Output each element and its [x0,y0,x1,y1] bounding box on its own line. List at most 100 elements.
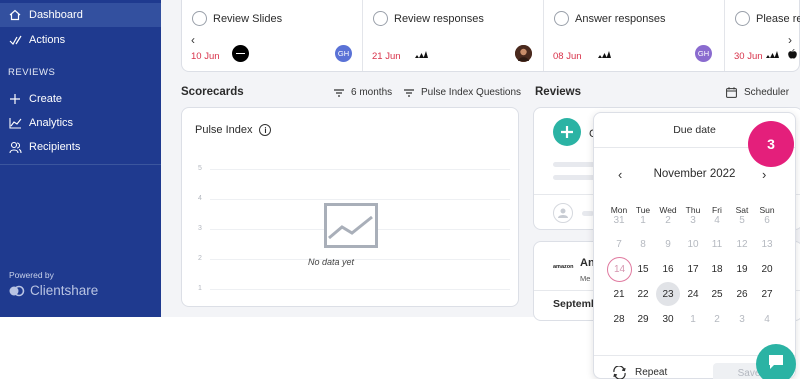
chat-bubble-icon [766,352,786,377]
task-carousel: Review Slides ‹ 10 Jun GH Review respons… [181,0,800,72]
calendar-day: 5 [739,214,745,226]
repeat-icon [612,366,627,379]
scheduler-button[interactable]: Scheduler [726,87,789,98]
task-title: Review responses [394,13,484,25]
filter-icon [404,88,414,97]
clientshare-brand: Clientshare [9,283,98,298]
adidas-logo-icon [763,45,780,62]
calendar-day[interactable]: 27 [755,282,779,306]
user-placeholder-icon [553,203,573,223]
calendar-day[interactable]: 19 [730,257,754,281]
calendar-day[interactable]: 28 [607,307,631,331]
brand-name: Clientshare [30,283,99,298]
adidas-logo-icon [595,45,612,62]
y-tick: 4 [198,195,202,202]
actions-check-icon [8,33,22,47]
calendar-day[interactable]: 25 [705,282,729,306]
calendar-day[interactable]: 26 [730,282,754,306]
pulse-index-title: Pulse Index i [195,124,272,136]
sidebar-item-label: Create [29,93,63,105]
app-root: Dashboard Actions REVIEWS Create Analyti… [0,0,800,379]
calendar-day[interactable]: 18 [705,257,729,281]
task-due-date: 30 Jun [734,51,763,62]
task-card[interactable]: Review responses 21 Jun [363,0,544,71]
sidebar-divider [0,164,161,165]
calendar-icon [726,87,737,98]
calendar-day: 31 [613,214,625,226]
calendar-day[interactable]: 22 [631,282,655,306]
task-card[interactable]: Review Slides ‹ 10 Jun GH [182,0,363,71]
period-filter[interactable]: 6 months [334,87,392,98]
calendar-day: 3 [690,214,696,226]
task-checkbox[interactable] [373,11,388,26]
questions-filter-label: Pulse Index Questions [421,87,522,98]
sidebar-item-analytics[interactable]: Analytics [0,111,161,135]
calendar-day[interactable]: 24 [681,282,705,306]
y-tick: 2 [198,255,202,262]
calendar-day: 6 [764,214,770,226]
adidas-logo-icon [412,45,429,62]
calendar-day[interactable]: 30 [656,307,680,331]
task-checkbox[interactable] [192,11,207,26]
calendar-day[interactable]: 29 [631,307,655,331]
task-checkbox[interactable] [735,11,750,26]
calendar-day[interactable]: 17 [681,257,705,281]
questions-filter[interactable]: Pulse Index Questions [404,87,521,98]
chat-launcher-button[interactable] [756,344,796,379]
calendar-day: 12 [736,238,748,250]
sidebar: Dashboard Actions REVIEWS Create Analyti… [0,0,161,317]
sidebar-item-dashboard[interactable]: Dashboard [0,3,161,27]
task-card[interactable]: Please rev › 30 Jun [725,0,800,71]
calendar-day[interactable]: 23 [656,282,680,306]
add-review-button[interactable] [553,118,581,146]
calendar-day: 4 [714,214,720,226]
recipients-icon [8,140,22,154]
next-month-icon[interactable]: › [762,167,766,182]
calendar-day[interactable]: 16 [656,257,680,281]
info-icon[interactable]: i [259,124,272,136]
calendar-day: 11 [711,238,723,250]
calendar-day: 1 [690,313,696,325]
sidebar-item-label: Recipients [29,141,81,153]
plus-icon [8,92,22,106]
photo-avatar [515,45,532,62]
powered-by-text: Powered by [9,270,54,280]
sidebar-item-label: Dashboard [29,9,83,21]
sidebar-section-title: REVIEWS [8,67,56,78]
review-preview-month: Septemb [553,298,598,310]
review-preview-sub: Me [580,274,591,283]
y-tick: 1 [198,285,202,292]
analytics-chart-icon [8,116,22,130]
task-due-date: 08 Jun [553,51,582,62]
sidebar-item-create[interactable]: Create [0,87,161,111]
task-checkbox[interactable] [554,11,569,26]
task-due-date: 10 Jun [191,51,220,62]
grid-line [210,169,510,170]
chevron-left-icon[interactable]: ‹ [191,33,195,47]
calendar-day[interactable]: 15 [631,257,655,281]
calendar-day: 2 [714,313,720,325]
calendar-day: 4 [764,313,770,325]
sidebar-item-actions[interactable]: Actions [0,28,161,52]
calendar-day: 13 [761,238,773,250]
repeat-toggle[interactable]: Repeat [612,366,667,379]
grid-line [210,289,510,290]
calendar-day[interactable]: 21 [607,282,631,306]
task-card[interactable]: Answer responses 08 Jun GH [544,0,725,71]
calendar-day[interactable]: 14 [607,257,632,282]
calendar-day: 3 [739,313,745,325]
sidebar-item-label: Actions [29,34,66,46]
grid-line [210,199,510,200]
calendar-day: 9 [665,238,671,250]
pulse-index-label: Pulse Index [195,124,253,136]
calendar-day[interactable]: 20 [755,257,779,281]
reviews-title: Reviews [535,86,582,98]
sidebar-item-recipients[interactable]: Recipients [0,135,161,159]
avatar: GH [335,45,352,62]
task-title: Answer responses [575,13,666,25]
filter-icon [334,88,344,97]
empty-chart-icon [324,203,378,253]
period-filter-label: 6 months [351,87,393,98]
calendar-day: 2 [665,214,671,226]
grid-line [210,259,510,260]
